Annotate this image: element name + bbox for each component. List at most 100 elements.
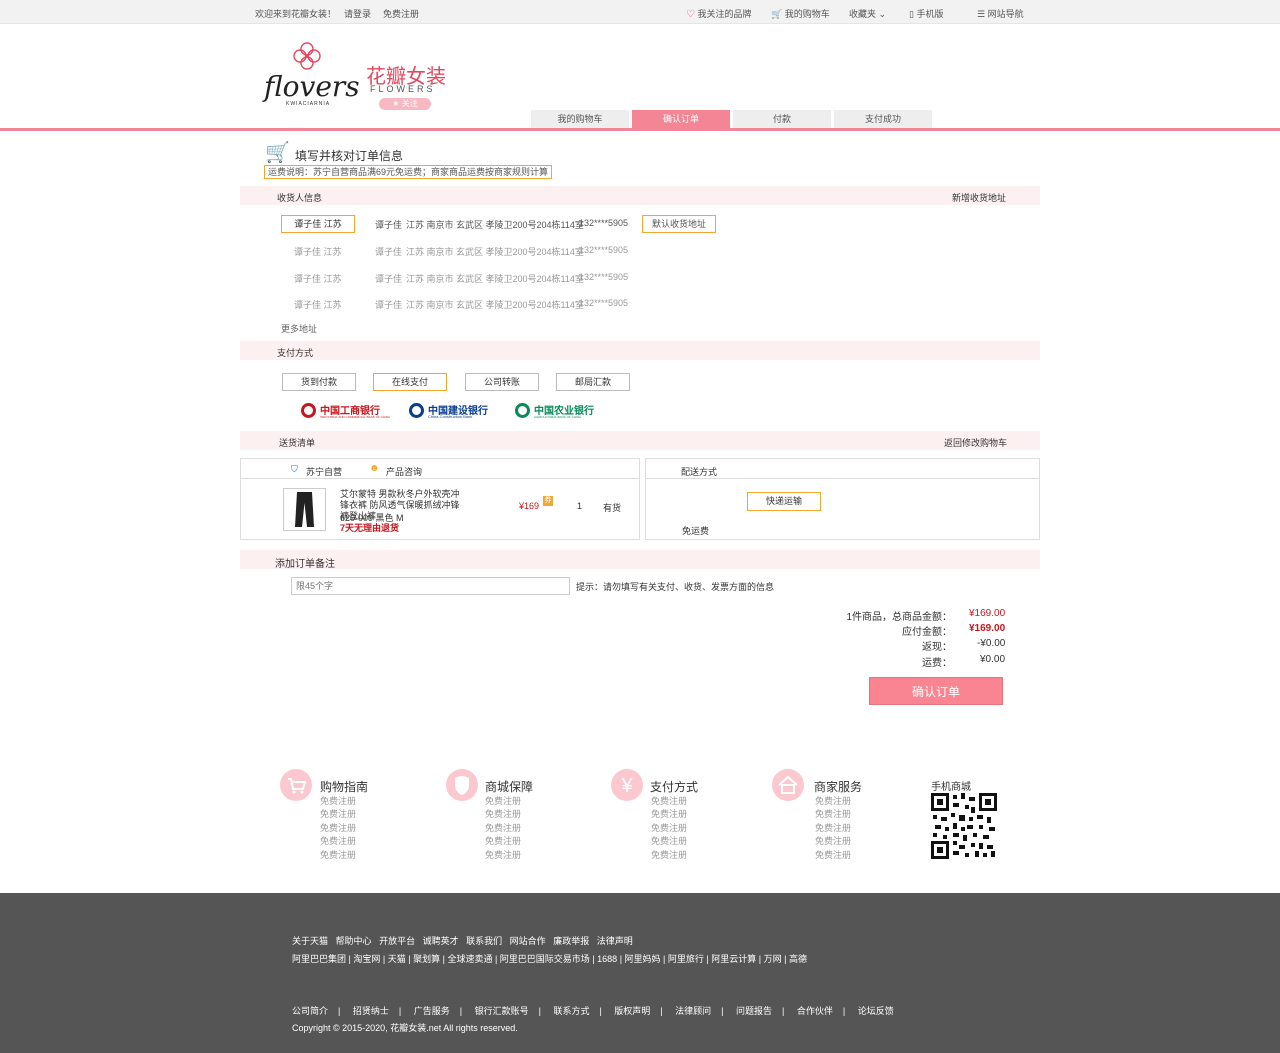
footer-links-row3: 公司简介 | 招贤纳士 | 广告服务 | 银行汇款账号 | 联系方式 | 版权声… [292,1006,894,1016]
fav-brand-link[interactable]: ♡ 我关注的品牌 [686,7,752,20]
footer-link[interactable]: 免费注册 [320,808,356,821]
footer-link[interactable]: 免费注册 [485,822,521,835]
footer-link[interactable]: 免费注册 [320,849,356,862]
payment-section-bar: 支付方式 [240,341,1040,360]
cart-link[interactable]: 🛒 我的购物车 [771,7,830,20]
site-nav-link[interactable]: ☰ 网站导航 [977,7,1024,20]
footer-link[interactable]: 广告服务 [414,1006,450,1016]
address-selected-button[interactable]: 谭子佳 江苏 [281,215,355,233]
footer-link[interactable]: 免费注册 [320,822,356,835]
footer-link[interactable]: 联系我们 [466,936,502,946]
footer-link[interactable]: 淘宝网 [353,954,380,964]
add-address-link[interactable]: 新增收货地址 [952,191,1006,204]
address-row[interactable]: 谭子佳 江苏 谭子佳 江苏 南京市 玄武区 孝陵卫200号204栋114室 13… [281,241,741,259]
step-cart[interactable]: 我的购物车 [531,110,629,128]
freight-label: 运费： [922,658,952,669]
coupon-icon[interactable]: 券 [543,496,553,506]
more-addresses-link[interactable]: 更多地址 [281,322,317,335]
footer-link[interactable]: 网站合作 [510,936,546,946]
consult-link[interactable]: 产品咨询 [386,465,422,478]
footer-link[interactable]: 关于天猫 [292,936,328,946]
footer-link[interactable]: 廉政举报 [553,936,589,946]
confirm-order-button[interactable]: 确认订单 [869,677,1003,705]
default-address-button[interactable]: 默认收货地址 [642,215,716,233]
address-row[interactable]: 谭子佳 江苏 谭子佳 江苏 南京市 玄武区 孝陵卫200号204栋114室 13… [281,268,741,286]
footer-link[interactable]: 帮助中心 [336,936,372,946]
footer-link[interactable]: 1688 [597,954,617,964]
icbc-bank-logo[interactable]: 中国工商银行 INDUSTRIAL AND COMMERCIAL BANK OF… [301,402,390,420]
footer-link[interactable]: 法律顾问 [675,1006,711,1016]
footer-link[interactable]: 免费注册 [815,835,851,848]
footer-link[interactable]: 高德 [789,954,807,964]
product-thumbnail[interactable] [283,488,326,531]
footer-link[interactable]: 阿里巴巴国际交易市场 [500,954,590,964]
step-success[interactable]: 支付成功 [834,110,932,128]
footer-col-title: 商城保障 [485,780,534,794]
pay-online-button[interactable]: 在线支付 [373,373,447,391]
address-row[interactable]: 谭子佳 江苏 谭子佳 江苏 南京市 玄武区 孝陵卫200号204栋114室 13… [281,294,741,312]
footer-link[interactable]: 免费注册 [485,835,521,848]
footer-link[interactable]: 阿里巴巴集团 [292,954,346,964]
address-row[interactable]: 谭子佳 江苏 南京市 玄武区 孝陵卫200号204栋114室 132****59… [375,214,835,232]
footer-link[interactable]: 开放平台 [379,936,415,946]
pay-post-button[interactable]: 邮局汇款 [556,373,630,391]
footer-link[interactable]: 版权声明 [614,1006,650,1016]
top-bar: 欢迎来到花瓣女装！ 请登录 免费注册 ♡ 我关注的品牌 🛒 我的购物车 收藏夹 … [0,0,1280,24]
footer-link[interactable]: 合作伙伴 [797,1006,833,1016]
footer-link[interactable]: 全球速卖通 [447,954,492,964]
follow-button[interactable]: ★ 关注 [379,98,431,110]
footer-link[interactable]: 免费注册 [815,795,851,808]
cart-circle-icon [280,769,312,801]
footer-link[interactable]: 免费注册 [815,849,851,862]
remark-section-bar: 添加订单备注 [240,550,1040,570]
footer-link[interactable]: 阿里妈妈 [625,954,661,964]
footer-link[interactable]: 免费注册 [815,822,851,835]
back-to-cart-link[interactable]: 返回修改购物车 [944,436,1007,449]
ccb-icon [409,403,424,418]
express-shipping-button[interactable]: 快递运输 [747,492,821,511]
footer-link[interactable]: 诚聘英才 [423,936,459,946]
footer-link[interactable]: 免费注册 [320,795,356,808]
footer-link[interactable]: 免费注册 [815,808,851,821]
footer-link[interactable]: 天猫 [388,954,406,964]
ccb-bank-logo[interactable]: 中国建设银行 China Construction Bank [409,402,491,420]
footer-link[interactable]: 免费注册 [485,795,521,808]
footer-link[interactable]: 聚划算 [413,954,440,964]
footer-link[interactable]: 问题报告 [736,1006,772,1016]
footer-link[interactable]: 万网 [764,954,782,964]
shield-circle-icon [446,769,478,801]
product-panel: ⛉ 苏宁自营 ☻ 产品咨询 艾尔蒙特 男款秋冬户外软壳冲锋衣裤 防风透气保暖抓绒… [240,458,640,540]
footer-link[interactable]: 免费注册 [485,849,521,862]
footer-link[interactable]: 阿里旅行 [668,954,704,964]
footer-link[interactable]: 论坛反馈 [858,1006,894,1016]
footer-link[interactable]: 免费注册 [651,795,687,808]
favorites-dropdown[interactable]: 收藏夹 ⌄ [849,7,886,20]
footer-link[interactable]: 免费注册 [651,808,687,821]
step-pay[interactable]: 付款 [733,110,831,128]
footer-links-row2: 阿里巴巴集团 | 淘宝网 | 天猫 | 聚划算 | 全球速卖通 | 阿里巴巴国际… [292,954,807,964]
footer-link[interactable]: 免费注册 [651,822,687,835]
footer-link[interactable]: 法律声明 [597,936,633,946]
order-remark-input[interactable] [291,577,570,595]
rebate-label: 返现： [922,642,952,653]
footer-link[interactable]: 联系方式 [553,1006,589,1016]
footer-link[interactable]: 免费注册 [651,835,687,848]
footer-link[interactable]: 阿里云计算 [711,954,756,964]
pay-transfer-button[interactable]: 公司转账 [465,373,539,391]
register-link[interactable]: 免费注册 [383,7,419,20]
pay-cod-button[interactable]: 货到付款 [282,373,356,391]
footer-link[interactable]: 招贤纳士 [353,1006,389,1016]
step-confirm[interactable]: 确认订单 [632,110,730,128]
smile-icon[interactable]: ☻ [369,463,380,474]
mobile-link[interactable]: ▯ 手机版 [909,7,943,20]
footer-link[interactable]: 公司简介 [292,1006,328,1016]
footer-link[interactable]: 免费注册 [485,808,521,821]
cart-icon: 🛒 [771,9,783,19]
brand-name-en: FLOWERS [370,84,436,94]
payable-value: ¥169.00 [969,623,1006,634]
footer-link[interactable]: 银行汇款账号 [475,1006,529,1016]
footer-link[interactable]: 免费注册 [651,849,687,862]
login-link[interactable]: 请登录 [344,7,371,20]
footer-link[interactable]: 免费注册 [320,835,356,848]
abc-bank-logo[interactable]: 中国农业银行 AGRICULTURAL BANK OF CHINA [515,402,601,420]
